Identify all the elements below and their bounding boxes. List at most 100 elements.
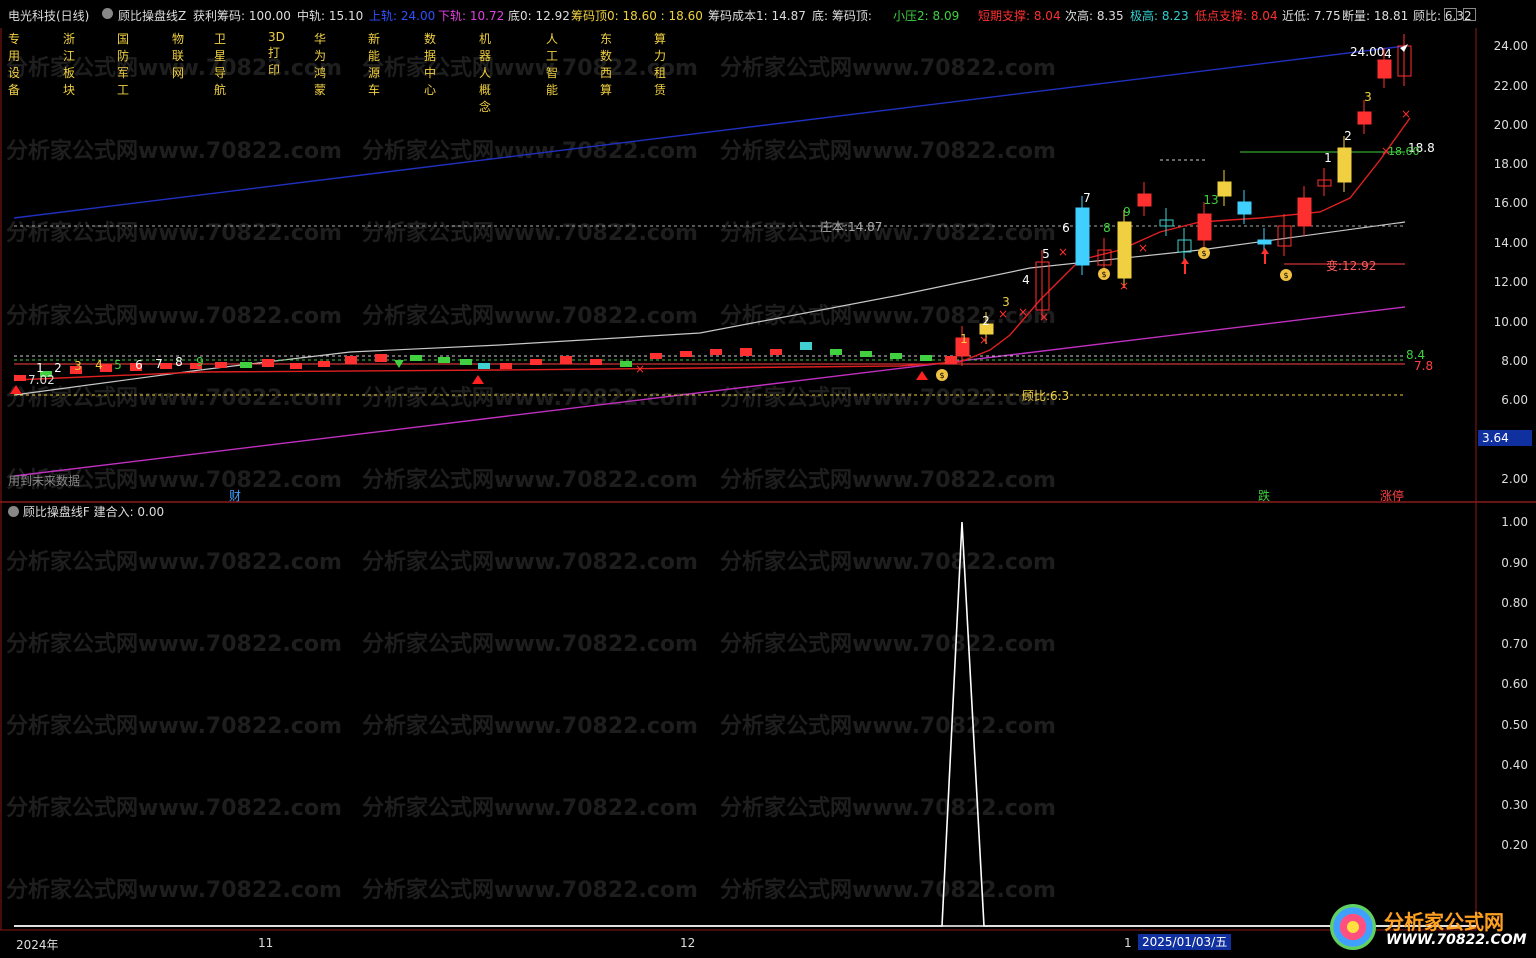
candle <box>438 357 450 363</box>
sell-x-marker: × <box>1401 107 1411 121</box>
money-bag-icon: $ <box>1201 249 1206 258</box>
buy-arrow-icon <box>472 375 484 384</box>
price-tick: 6.00 <box>1501 393 1528 407</box>
date-label-2024: 2024年 <box>16 938 59 952</box>
buy-arrow-icon <box>10 385 22 394</box>
cursor-date: 2025/01/03/五 <box>1138 934 1232 950</box>
up-arrow-icon <box>1181 258 1189 264</box>
count-number: 8 <box>1103 221 1111 235</box>
lower-panel-title: 顾比操盘线F <box>22 505 90 519</box>
high-price-label: 24.00 <box>1350 45 1385 59</box>
osc-tick: 0.80 <box>1501 596 1528 610</box>
candle <box>770 349 782 355</box>
osc-tick: 0.50 <box>1501 718 1528 732</box>
candle <box>1377 59 1392 79</box>
middle-band-line <box>13 221 1406 396</box>
candle <box>1337 147 1352 183</box>
count-number: 2 <box>982 314 990 328</box>
price-tick: 8.00 <box>1501 354 1528 368</box>
price-tick: 22.00 <box>1493 79 1528 93</box>
bian-label: 变:12.92 <box>1326 259 1377 273</box>
oscillator-line <box>14 521 1476 927</box>
price-badge: 3.64 <box>1478 430 1532 446</box>
count-number: 9 <box>196 355 204 369</box>
drop-marker[interactable]: 跌 <box>1258 487 1270 504</box>
count-number: 4 <box>1384 47 1392 61</box>
upper-band-line <box>13 45 1406 219</box>
candle <box>830 349 842 355</box>
osc-tick: 0.40 <box>1501 758 1528 772</box>
candle <box>1357 111 1372 125</box>
candle <box>375 354 387 362</box>
candle <box>410 355 422 361</box>
count-number: 4 <box>95 358 103 372</box>
osc-tick: 1.00 <box>1501 515 1528 529</box>
count-number: 3 <box>74 359 82 373</box>
candle <box>650 353 662 359</box>
price-tick: 16.00 <box>1493 196 1528 210</box>
candle <box>590 359 602 365</box>
count-number: 1 <box>1324 151 1332 165</box>
osc-tick: 0.70 <box>1501 637 1528 651</box>
sell-x-marker: × <box>1119 279 1129 293</box>
count-number: 7 <box>1083 191 1091 205</box>
osc-tick: 0.90 <box>1501 556 1528 570</box>
logo-url: WWW.70822.COM <box>1386 932 1527 948</box>
sell-x-marker: × <box>635 362 645 376</box>
count-number: 6 <box>1062 221 1070 235</box>
up-arrow-icon <box>1261 248 1269 254</box>
candle <box>1075 207 1090 266</box>
date-label-jan: 1 <box>1124 936 1132 950</box>
candle <box>290 363 302 369</box>
sell-x-marker: × <box>1039 310 1049 324</box>
candle <box>710 349 722 355</box>
logo-title: 分析家公式网 <box>1384 910 1504 934</box>
candle <box>14 375 26 381</box>
chip-top-label: 18.60 <box>1388 145 1420 158</box>
candle <box>860 351 872 357</box>
date-label-nov: 11 <box>258 936 274 950</box>
count-number: 3 <box>1364 90 1372 104</box>
candle <box>620 361 632 367</box>
price-tick: 24.00 <box>1493 39 1528 53</box>
candle <box>740 348 752 356</box>
lower-panel-header: 顾比操盘线F 建合入: 0.00 <box>8 503 164 520</box>
collapse-icon[interactable] <box>8 506 19 517</box>
date-label-dec: 12 <box>680 936 696 950</box>
limit-up-marker[interactable]: 涨停 <box>1380 487 1404 504</box>
osc-tick: 0.60 <box>1501 677 1528 691</box>
candlestick-chart[interactable]: × × ××××××××$$$$1 2 3 4 5 6 7 8 9123456789131234 <box>0 0 1536 958</box>
candle <box>890 353 902 359</box>
candle <box>1117 221 1132 279</box>
candle <box>920 355 932 361</box>
candle <box>318 361 330 367</box>
lower-panel-value: 建合入: 0.00 <box>93 505 165 519</box>
candle <box>530 359 542 365</box>
sell-x-marker: × <box>1138 241 1148 255</box>
candle <box>680 351 692 357</box>
price-tick: 20.00 <box>1493 118 1528 132</box>
finance-marker[interactable]: 财 <box>229 487 241 504</box>
candle <box>1197 213 1212 241</box>
candle <box>1257 239 1272 245</box>
candle <box>478 363 490 369</box>
count-number: 5 <box>1042 247 1050 261</box>
candle <box>1137 193 1152 207</box>
osc-tick: 0.30 <box>1501 798 1528 812</box>
candle <box>240 362 252 368</box>
candle <box>560 356 572 364</box>
money-bag-icon: $ <box>939 371 944 380</box>
count-number: 9 <box>1123 205 1131 219</box>
site-logo: 分析家公式网 WWW.70822.COM <box>1326 902 1527 954</box>
candle <box>945 356 957 364</box>
candle <box>262 359 274 367</box>
sell-x-marker: × <box>979 333 989 347</box>
osc-tick: 0.20 <box>1501 838 1528 852</box>
price-tick: 14.00 <box>1493 236 1528 250</box>
count-number: 3 <box>1002 295 1010 309</box>
gubi-label: 顾比:6.3 <box>1022 389 1070 403</box>
count-number: 7 <box>155 357 163 371</box>
candle <box>800 342 812 350</box>
price-tick: 18.00 <box>1493 157 1528 171</box>
candle <box>1237 201 1252 215</box>
